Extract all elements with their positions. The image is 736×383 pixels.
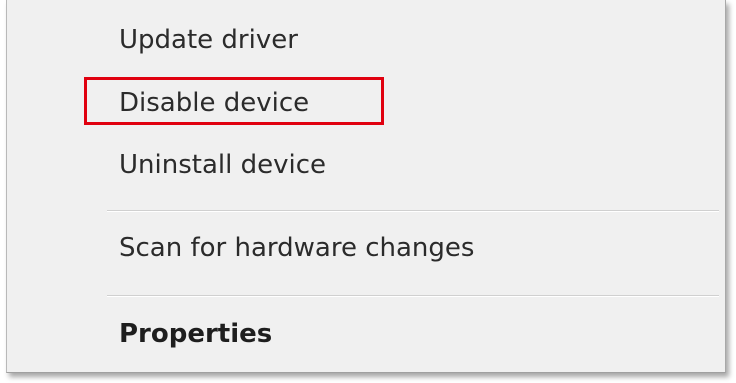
menu-item-scan-hardware-changes[interactable]: Scan for hardware changes: [119, 226, 474, 270]
menu-separator: [107, 295, 719, 297]
menu-item-properties[interactable]: Properties: [119, 312, 272, 356]
menu-separator: [107, 210, 719, 212]
menu-item-disable-device[interactable]: Disable device: [119, 81, 309, 125]
context-menu: Update driver Disable device Uninstall d…: [6, 0, 726, 373]
menu-item-update-driver[interactable]: Update driver: [119, 18, 298, 62]
menu-item-uninstall-device[interactable]: Uninstall device: [119, 143, 326, 187]
